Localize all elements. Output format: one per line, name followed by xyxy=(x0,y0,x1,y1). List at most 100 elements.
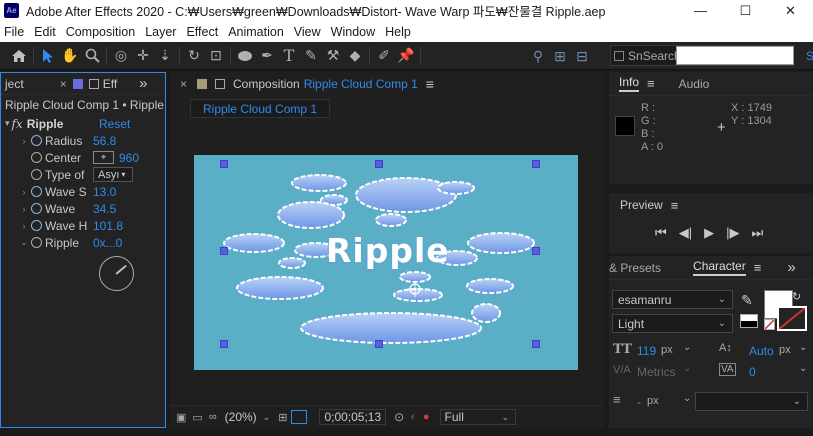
pen-tool-icon[interactable]: ✒ xyxy=(256,45,278,67)
property-value[interactable]: 13.0 xyxy=(93,185,116,199)
tab-effect-controls[interactable]: Eff xyxy=(103,77,117,91)
dolly-camera-tool-icon[interactable]: ⇣ xyxy=(154,45,176,67)
next-frame-icon[interactable]: |▶ xyxy=(726,225,739,241)
close-button[interactable]: ✕ xyxy=(768,0,813,21)
snapping-icon[interactable]: ⚲ xyxy=(527,45,549,67)
stopwatch-icon[interactable] xyxy=(31,186,42,197)
lock-icon[interactable] xyxy=(88,78,99,89)
panel-menu-icon[interactable]: ≡ xyxy=(671,198,679,213)
conversion-type-dropdown[interactable]: Asyı ▾ xyxy=(93,167,133,182)
clone-stamp-tool-icon[interactable]: ⚒ xyxy=(322,45,344,67)
leading-value[interactable]: Auto xyxy=(749,344,774,358)
hand-tool-icon[interactable]: ✋ xyxy=(59,45,81,67)
previous-frame-icon[interactable]: ◀| xyxy=(679,225,692,241)
brush-tool-icon[interactable]: ✎ xyxy=(300,45,322,67)
chevron-down-icon[interactable]: ⌄ xyxy=(799,363,807,374)
property-wave-speed[interactable]: › Wave S 13.0 xyxy=(1,183,165,200)
font-style-select[interactable]: Light ⌄ xyxy=(612,314,733,333)
panel-menu-icon[interactable]: ≡ xyxy=(754,260,762,275)
reset-button[interactable]: Reset xyxy=(99,117,130,131)
zoom-tool-icon[interactable] xyxy=(81,45,103,67)
stopwatch-icon[interactable] xyxy=(31,203,42,214)
3d-glasses-icon[interactable]: ∞ xyxy=(209,411,217,423)
snapshot-camera-icon[interactable]: ⊙ xyxy=(394,410,404,424)
layer-handle[interactable] xyxy=(532,340,540,348)
tab-effects-presets[interactable]: & Presets xyxy=(609,261,661,275)
timecode-display[interactable]: 0;00;05;13 xyxy=(319,409,387,425)
panel-menu-icon[interactable]: ≡ xyxy=(426,76,434,92)
stroke-color-swatch[interactable] xyxy=(777,306,807,331)
color-channels-icon[interactable]: ● xyxy=(423,411,430,423)
tab-project[interactable]: ject xyxy=(5,77,24,91)
region-of-interest-icon[interactable] xyxy=(291,410,308,424)
layer-handle[interactable] xyxy=(375,340,383,348)
kerning-value[interactable]: Metrics xyxy=(637,365,676,379)
ripple-phase-dial[interactable] xyxy=(99,256,134,291)
panel-overflow-icon[interactable]: » xyxy=(787,259,795,276)
comp-flowchart-tab[interactable]: Ripple Cloud Comp 1 xyxy=(190,99,331,118)
chevron-down-icon[interactable]: ⌄ xyxy=(799,342,807,353)
show-snapshot-icon[interactable]: ◐ xyxy=(410,411,417,423)
tab-audio[interactable]: Audio xyxy=(679,77,710,91)
anchor-point-tool-icon[interactable]: ⊡ xyxy=(205,45,227,67)
always-preview-icon[interactable]: ▣ xyxy=(176,411,186,424)
layer-handle[interactable] xyxy=(220,160,228,168)
stopwatch-icon[interactable] xyxy=(31,135,42,146)
menu-effect[interactable]: Effect xyxy=(181,25,223,39)
rotation-tool-icon[interactable]: ↻ xyxy=(183,45,205,67)
layer-handle[interactable] xyxy=(375,160,383,168)
layer-handle[interactable] xyxy=(532,160,540,168)
chevron-down-icon[interactable]: ⌄ xyxy=(683,393,691,404)
swap-fill-stroke-icon[interactable]: ↻ xyxy=(792,290,801,303)
fx-icon[interactable]: fx xyxy=(12,117,23,131)
property-center[interactable]: Center ⌖ 960 xyxy=(1,149,165,166)
layer-handle[interactable] xyxy=(220,340,228,348)
chevron-down-icon[interactable]: ⌄ xyxy=(683,363,691,374)
property-value[interactable]: 0x...0 xyxy=(93,236,122,250)
property-type-of-conversion[interactable]: Type of Asyı ▾ xyxy=(1,166,165,183)
last-frame-icon[interactable]: ⏭ xyxy=(751,225,763,241)
eraser-tool-icon[interactable]: ◆ xyxy=(344,45,366,67)
composition-name[interactable]: Ripple Cloud Comp 1 xyxy=(304,77,418,91)
first-frame-icon[interactable]: ⏮ xyxy=(655,225,667,241)
roto-brush-tool-icon[interactable]: ✐ xyxy=(373,45,395,67)
composition-viewer[interactable]: Ripple xyxy=(194,155,578,370)
property-value[interactable]: 34.5 xyxy=(93,202,116,216)
layer-handle[interactable] xyxy=(532,247,540,255)
font-family-select[interactable]: esamanru ⌄ xyxy=(612,290,733,309)
stopwatch-icon[interactable] xyxy=(31,220,42,231)
chevron-down-icon[interactable]: ⌄ xyxy=(263,412,271,423)
tab-preview[interactable]: Preview xyxy=(620,198,663,212)
chevron-down-icon[interactable]: ⌄ xyxy=(683,342,691,353)
layer-handle[interactable] xyxy=(220,247,228,255)
fit-frame-icon[interactable]: ⊞ xyxy=(278,411,287,424)
property-wave-height[interactable]: › Wave H 101.8 xyxy=(1,217,165,234)
home-icon[interactable] xyxy=(8,45,30,67)
effect-header-ripple[interactable]: ▾ fx Ripple Reset xyxy=(1,115,165,132)
stopwatch-icon[interactable] xyxy=(31,152,42,163)
property-wave-width[interactable]: › Wave 34.5 xyxy=(1,200,165,217)
menu-help[interactable]: Help xyxy=(380,25,416,39)
tab-info[interactable]: Info xyxy=(619,75,640,92)
no-fill-icon[interactable] xyxy=(764,319,775,330)
maximize-button[interactable]: ☐ xyxy=(723,0,768,21)
expand-arrow-icon[interactable]: › xyxy=(19,204,29,214)
magnification-dropdown[interactable]: (20%) xyxy=(225,410,257,424)
stroke-width-value[interactable]: - xyxy=(637,395,641,409)
minimize-button[interactable]: — xyxy=(678,0,723,21)
expand-arrow-icon[interactable]: › xyxy=(19,136,29,146)
swap-colors-icon[interactable] xyxy=(740,314,758,328)
expand-arrow-icon[interactable]: › xyxy=(19,221,29,231)
eyedropper-icon[interactable]: ✎ xyxy=(741,292,753,309)
menu-composition[interactable]: Composition xyxy=(61,25,140,39)
composition-close-icon[interactable]: × xyxy=(180,77,187,91)
ellipse-tool-icon[interactable] xyxy=(234,45,256,67)
stopwatch-icon[interactable] xyxy=(31,169,42,180)
expand-arrow-icon[interactable]: › xyxy=(19,187,29,197)
stopwatch-icon[interactable] xyxy=(31,237,42,248)
tracking-value[interactable]: 0 xyxy=(749,365,756,379)
align-icon[interactable]: ⊟ xyxy=(571,45,593,67)
crosshair-icon[interactable]: ⌖ xyxy=(93,151,114,164)
menu-window[interactable]: Window xyxy=(326,25,380,39)
menu-layer[interactable]: Layer xyxy=(140,25,181,39)
